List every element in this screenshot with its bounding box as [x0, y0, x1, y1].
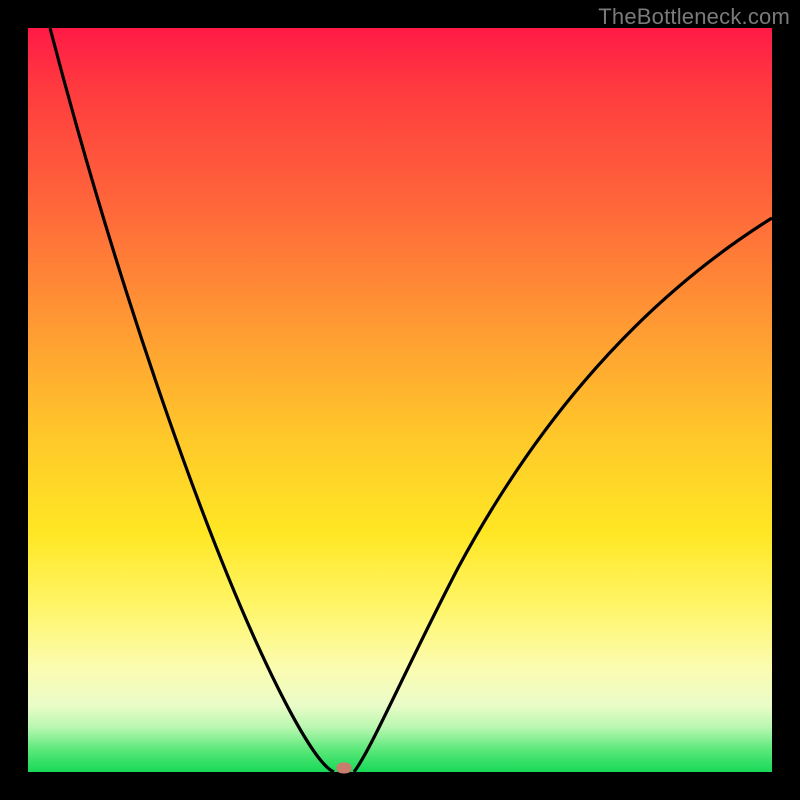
- minimum-marker: [337, 763, 352, 774]
- bottleneck-curve: [28, 28, 772, 772]
- curve-right-branch: [354, 218, 772, 772]
- chart-frame: TheBottleneck.com: [0, 0, 800, 800]
- curve-left-branch: [50, 28, 334, 772]
- watermark-text: TheBottleneck.com: [598, 4, 790, 30]
- plot-area: [28, 28, 772, 772]
